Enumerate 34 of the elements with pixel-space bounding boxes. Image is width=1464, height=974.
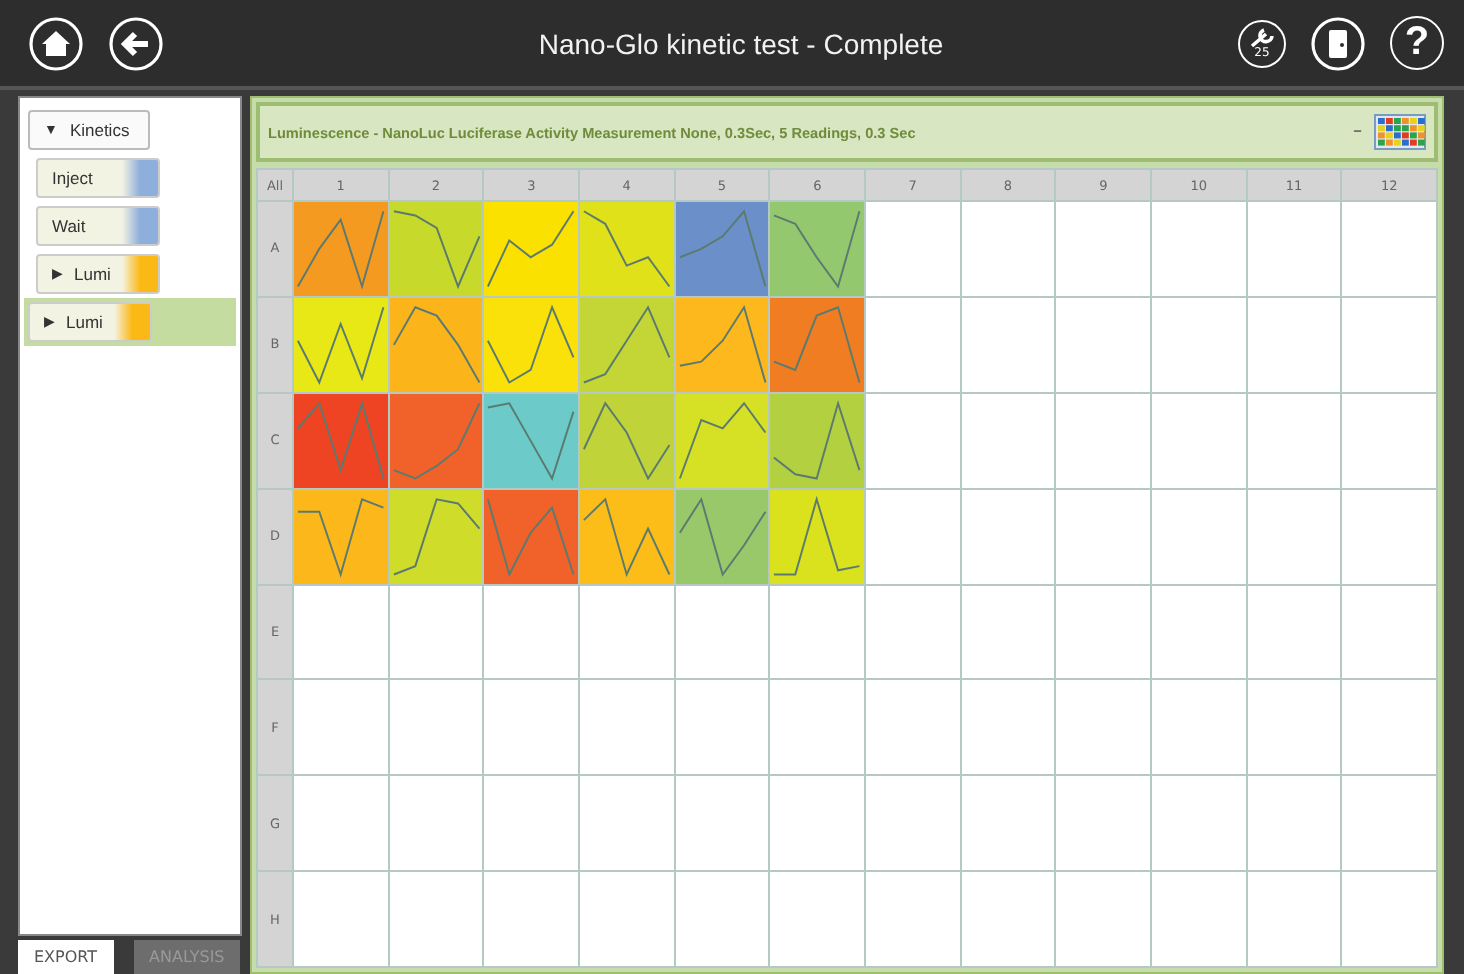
wrench-icon — [1250, 27, 1274, 47]
well-trace-cell[interactable] — [484, 297, 578, 392]
well-trace-cell[interactable] — [675, 489, 769, 583]
tab[interactable]: EXPORT — [18, 940, 114, 974]
well-trace-cell[interactable] — [770, 297, 864, 392]
well-trace-cell[interactable] — [580, 489, 674, 583]
well-trace-cell[interactable] — [294, 297, 388, 392]
step-button[interactable]: Inject — [36, 158, 160, 198]
well-trace-cell[interactable] — [484, 393, 578, 488]
well-trace-cell[interactable] — [675, 202, 769, 296]
well-trace-cell[interactable] — [389, 489, 483, 583]
well-trace-cell[interactable] — [389, 202, 483, 296]
door-icon[interactable] — [1310, 15, 1366, 71]
well-trace-cell[interactable] — [770, 393, 864, 488]
step-button[interactable]: Wait — [36, 206, 160, 246]
well-trace-cell[interactable] — [484, 202, 578, 296]
well-trace-cell[interactable] — [580, 202, 674, 296]
well-trace-cell[interactable] — [389, 297, 483, 392]
minimize-button[interactable]: – — [1353, 122, 1362, 142]
home-icon[interactable] — [28, 15, 84, 71]
well-trace-cell[interactable] — [580, 393, 674, 488]
well-trace-cell[interactable] — [675, 297, 769, 392]
window-title: Nano-Glo kinetic test - Complete — [538, 27, 944, 59]
well-trace-cell[interactable] — [294, 393, 388, 488]
well-trace-cell[interactable] — [294, 202, 388, 296]
well-trace-cell[interactable] — [389, 393, 483, 488]
plate-heatmap-icon[interactable] — [1374, 114, 1426, 150]
well-trace-cell[interactable] — [770, 202, 864, 296]
well-trace-cell[interactable] — [770, 489, 864, 583]
help-button[interactable]: ? — [1390, 16, 1444, 70]
well-trace-cell[interactable] — [484, 489, 578, 583]
well-trace-cell[interactable] — [294, 489, 388, 583]
well-trace-cell[interactable] — [580, 297, 674, 392]
well-trace-cell[interactable] — [675, 393, 769, 488]
